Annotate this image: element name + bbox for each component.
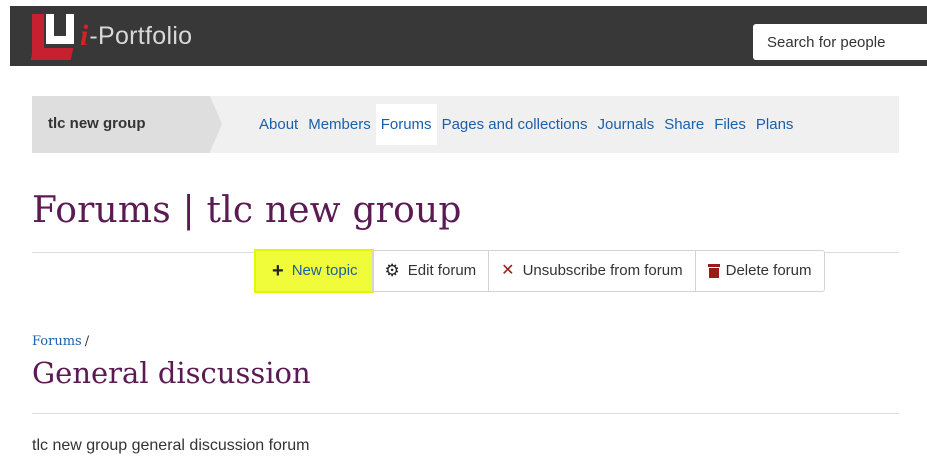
group-name: tlc new group xyxy=(48,115,146,132)
group-name-badge: tlc new group xyxy=(32,96,222,153)
breadcrumb-separator: / xyxy=(84,334,90,349)
unsubscribe-button[interactable]: ✕ Unsubscribe from forum xyxy=(488,251,694,291)
group-nav: tlc new group About Members Forums Pages… xyxy=(32,96,899,153)
edit-forum-button[interactable]: ⚙ Edit forum xyxy=(371,251,489,291)
tab-about[interactable]: About xyxy=(254,104,303,145)
tab-journals[interactable]: Journals xyxy=(593,104,660,145)
search-input[interactable]: Search for people xyxy=(753,24,927,60)
tab-pages-and-collections[interactable]: Pages and collections xyxy=(437,104,593,145)
group-tabs: About Members Forums Pages and collectio… xyxy=(254,104,798,145)
tab-share[interactable]: Share xyxy=(659,104,709,145)
edit-forum-label: Edit forum xyxy=(407,262,477,279)
tab-forums[interactable]: Forums xyxy=(375,104,437,145)
section-title: General discussion xyxy=(32,356,311,390)
delete-forum-button[interactable]: Delete forum xyxy=(694,251,824,291)
section-divider xyxy=(32,413,899,414)
forum-description: tlc new group general discussion forum xyxy=(32,437,310,454)
tab-files[interactable]: Files xyxy=(709,104,751,145)
logo-text: -Portfolio xyxy=(89,21,193,50)
unsubscribe-label: Unsubscribe from forum xyxy=(522,262,683,279)
breadcrumb: Forums / xyxy=(32,334,89,349)
tab-plans[interactable]: Plans xyxy=(751,104,799,145)
forum-actions: + New topic ⚙ Edit forum ✕ Unsubscribe f… xyxy=(254,249,825,293)
page-title: Forums | tlc new group xyxy=(32,190,462,231)
breadcrumb-forums-link[interactable]: Forums xyxy=(32,334,82,349)
close-icon: ✕ xyxy=(501,262,515,279)
new-topic-button[interactable]: + New topic xyxy=(254,249,374,293)
delete-forum-label: Delete forum xyxy=(725,262,812,279)
new-topic-label: New topic xyxy=(291,262,358,279)
top-header: i -Portfolio Search for people xyxy=(10,6,927,66)
trash-icon xyxy=(707,264,720,278)
logo-i-letter: i xyxy=(80,19,89,52)
plus-icon: + xyxy=(272,260,284,282)
logo-mark-icon xyxy=(30,10,76,64)
gear-icon: ⚙ xyxy=(384,261,400,280)
tab-members[interactable]: Members xyxy=(303,104,376,145)
site-logo[interactable]: i -Portfolio xyxy=(30,6,193,66)
